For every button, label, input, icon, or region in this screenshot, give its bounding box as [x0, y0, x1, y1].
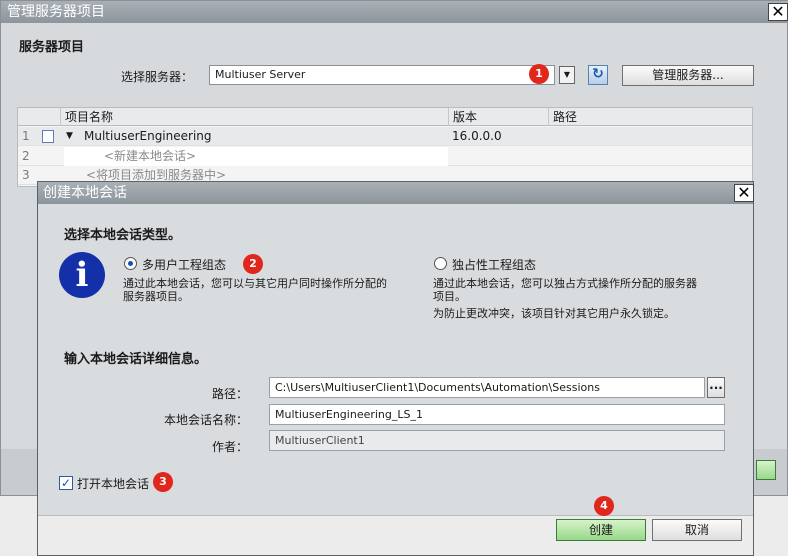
- annotation-badge-3: 3: [153, 472, 173, 492]
- annotation-badge-1: 1: [529, 64, 549, 84]
- exclusive-desc-line-3: 为防止更改冲突，该项目针对其它用户永久锁定。: [433, 307, 675, 320]
- multiuser-desc-line-2: 服务器项目。: [123, 290, 189, 303]
- row-number: 2: [22, 149, 30, 163]
- server-dropdown-button[interactable]: ▼: [559, 66, 575, 84]
- path-label: 路径：: [211, 387, 248, 401]
- info-icon: i: [59, 252, 105, 298]
- column-header-version[interactable]: 版本: [448, 108, 548, 126]
- project-version: 16.0.0.0: [452, 129, 502, 143]
- session-name-label: 本地会话名称：: [163, 413, 248, 427]
- multiuser-desc-line-1: 通过此本地会话，您可以与其它用户同时操作所分配的: [123, 277, 387, 290]
- author-label: 作者：: [211, 440, 248, 454]
- create-local-session-dialog: 创建本地会话 ✕ 选择本地会话类型。 i 多用户工程组态 2 通过此本地会话，您…: [37, 181, 754, 556]
- create-button[interactable]: 创建: [556, 519, 646, 541]
- outer-title-bar: 管理服务器项目: [1, 1, 788, 23]
- annotation-badge-2: 2: [243, 254, 263, 274]
- column-header-path[interactable]: 路径: [548, 108, 752, 126]
- multiuser-radio[interactable]: [124, 257, 137, 270]
- author-field: MultiuserClient1: [269, 430, 725, 451]
- server-select[interactable]: Multiuser Server: [209, 65, 555, 85]
- outer-close-button[interactable]: ✕: [768, 3, 788, 21]
- expand-arrow-icon[interactable]: ▼: [62, 127, 73, 146]
- browse-button[interactable]: ...: [707, 377, 725, 398]
- exclusive-desc-line-2: 项目。: [433, 290, 466, 303]
- table-row[interactable]: 1 ▼ MultiuserEngineering 16.0.0.0: [18, 127, 752, 146]
- exclusive-desc-line-1: 通过此本地会话，您可以独占方式操作所分配的服务器: [433, 277, 697, 290]
- annotation-badge-4: 4: [594, 496, 614, 516]
- session-type-heading: 选择本地会话类型。: [64, 228, 182, 243]
- column-header-project-name[interactable]: 项目名称: [60, 108, 448, 126]
- path-field[interactable]: C:\Users\MultiuserClient1\Documents\Auto…: [269, 377, 705, 398]
- radio-selected-dot: [128, 261, 133, 266]
- multiuser-option-label[interactable]: 多用户工程组态: [142, 256, 226, 273]
- server-projects-heading: 服务器项目: [19, 40, 85, 55]
- exclusive-option-label[interactable]: 独占性工程组态: [452, 256, 536, 273]
- row-number: 1: [22, 129, 30, 143]
- open-session-label[interactable]: 打开本地会话: [77, 475, 149, 492]
- select-server-label: 选择服务器：: [121, 70, 194, 84]
- manage-servers-button[interactable]: 管理服务器...: [622, 65, 754, 86]
- cancel-button[interactable]: 取消: [652, 519, 742, 541]
- outer-footer-button[interactable]: [756, 460, 776, 480]
- project-icon: [42, 130, 54, 143]
- exclusive-radio[interactable]: [434, 257, 447, 270]
- table-row[interactable]: 2 <新建本地会话>: [18, 147, 752, 166]
- table-header: 项目名称 版本 路径: [18, 108, 752, 126]
- server-projects-table: 项目名称 版本 路径 1 ▼ MultiuserEngineering 16.0…: [17, 107, 753, 187]
- refresh-icon[interactable]: ↻: [588, 65, 608, 85]
- new-local-session-placeholder[interactable]: <新建本地会话>: [100, 147, 196, 166]
- session-details-heading: 输入本地会话详细信息。: [64, 352, 208, 367]
- session-name-field[interactable]: MultiuserEngineering_LS_1: [269, 404, 725, 425]
- inner-close-button[interactable]: ✕: [734, 184, 754, 202]
- project-name: MultiuserEngineering: [84, 129, 212, 143]
- inner-title-bar: 创建本地会话: [38, 182, 753, 204]
- open-session-checkbox[interactable]: ✓: [59, 476, 73, 490]
